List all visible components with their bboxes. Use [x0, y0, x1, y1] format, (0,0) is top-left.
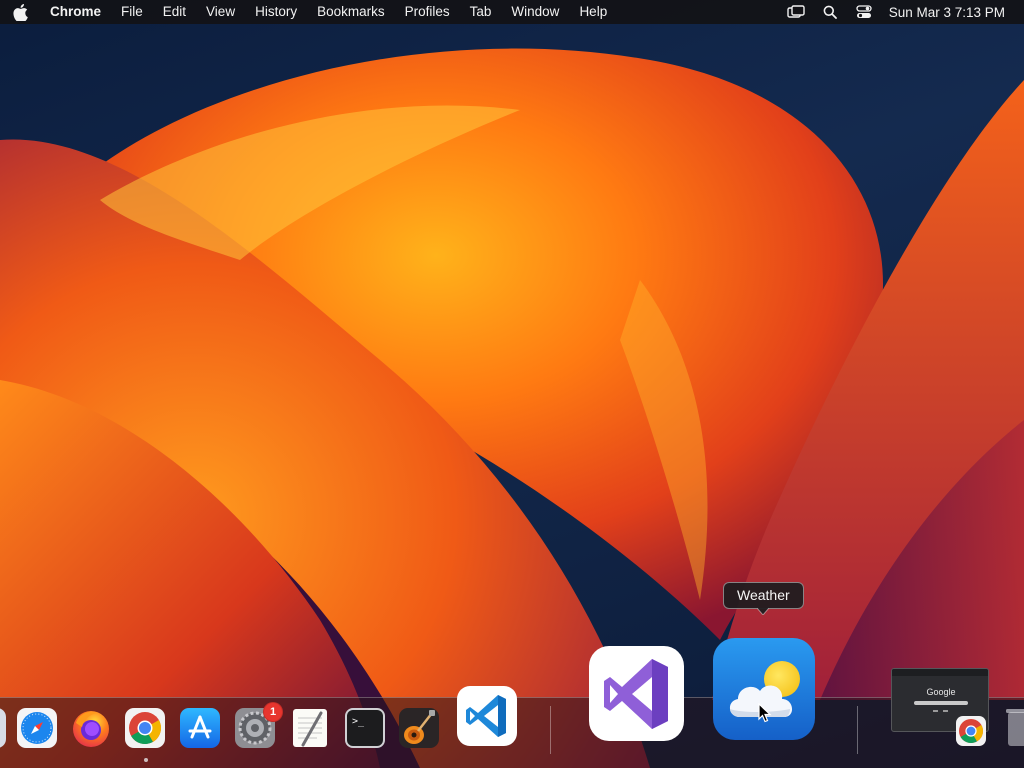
app-store-icon [180, 708, 220, 748]
chrome-icon [956, 716, 986, 746]
menu-help[interactable]: Help [569, 0, 617, 24]
menu-view[interactable]: View [196, 0, 245, 24]
dock-divider [550, 706, 551, 754]
control-center-icon[interactable] [847, 0, 881, 24]
dock-app-safari[interactable] [15, 706, 59, 750]
dock-app-firefox[interactable] [69, 706, 113, 750]
weather-cloud-sun-icon [713, 638, 815, 740]
dock-app-chrome[interactable] [123, 706, 167, 750]
chrome-running-indicator [144, 758, 148, 762]
visual-studio-icon [589, 646, 684, 741]
menu-history[interactable]: History [245, 0, 307, 24]
terminal-icon: >_ [345, 708, 385, 748]
menu-app-name[interactable]: Chrome [40, 0, 111, 24]
menu-bar: Chrome File Edit View History Bookmarks … [0, 0, 1024, 24]
apple-menu[interactable] [0, 0, 40, 24]
dock-app-textedit[interactable] [288, 706, 332, 750]
dock-app-visual-studio[interactable] [588, 645, 685, 742]
safari-icon [17, 708, 57, 748]
textedit-icon [293, 709, 327, 747]
thumbnail-button [933, 710, 938, 712]
system-settings-badge: 1 [263, 702, 283, 722]
menu-bar-clock[interactable]: Sun Mar 3 7:13 PM [881, 5, 1024, 20]
dock-app-trash[interactable] [1006, 706, 1024, 750]
thumbnail-google-label: Google [926, 687, 956, 697]
vscode-icon [457, 686, 517, 746]
thumbnail-button [943, 710, 948, 712]
menu-bookmarks[interactable]: Bookmarks [307, 0, 395, 24]
finder-icon [0, 708, 6, 748]
menu-window[interactable]: Window [501, 0, 569, 24]
menu-edit[interactable]: Edit [153, 0, 196, 24]
dock-app-terminal[interactable]: >_ [343, 706, 387, 750]
dock-app-app-store[interactable] [178, 706, 222, 750]
guitar-icon [399, 708, 439, 748]
wallpaper-art [0, 48, 1024, 768]
terminal-prompt-glyph: >_ [352, 716, 365, 727]
thumbnail-search-box [914, 701, 968, 705]
firefox-icon [73, 711, 109, 747]
thumbnail-title-bar [892, 669, 988, 676]
desktop-wallpaper [0, 0, 1024, 768]
dock-app-vscode[interactable] [456, 685, 518, 747]
menu-profiles[interactable]: Profiles [395, 0, 460, 24]
tooltip-arrow [757, 608, 769, 615]
dock-app-weather[interactable] [712, 637, 816, 741]
screen-mirroring-icon[interactable] [779, 0, 813, 24]
trash-icon [1006, 709, 1024, 746]
menu-bar-status-area: Sun Mar 3 7:13 PM [779, 0, 1024, 24]
minimized-window-app-badge [955, 715, 987, 747]
chrome-icon [125, 708, 165, 748]
dock-app-garageband[interactable] [397, 706, 441, 750]
spotlight-search-icon[interactable] [813, 0, 847, 24]
dock-app-finder[interactable] [0, 708, 6, 748]
mouse-cursor-icon [758, 703, 772, 723]
dock-tooltip: Weather [723, 582, 804, 609]
menu-file[interactable]: File [111, 0, 153, 24]
apple-logo-icon [12, 3, 28, 21]
menu-tab[interactable]: Tab [460, 0, 502, 24]
dock-divider [857, 706, 858, 754]
